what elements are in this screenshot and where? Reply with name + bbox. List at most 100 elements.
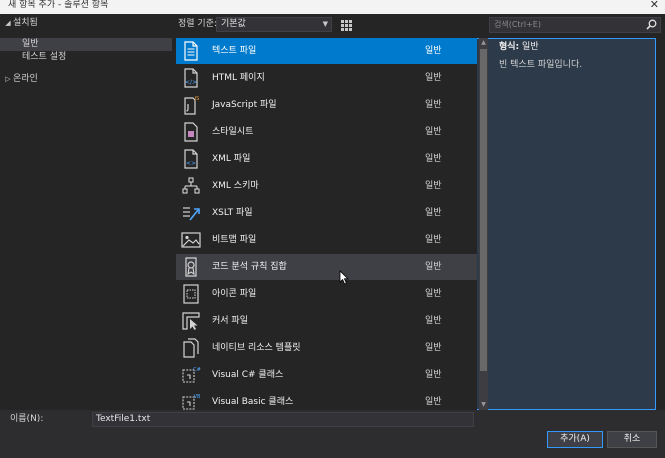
list-item[interactable]: 아이콘 파일 일반 — [176, 281, 477, 307]
icon-file-icon — [183, 284, 199, 304]
scrollbar-thumb[interactable] — [480, 49, 487, 371]
text-file-icon — [184, 41, 198, 61]
window-title: 새 항목 추가 - 솔루션 항목 — [8, 0, 109, 10]
list-item[interactable]: 커서 파일 일반 — [176, 308, 477, 334]
list-item[interactable]: XSLT 파일 일반 — [176, 200, 477, 226]
search-icon[interactable] — [646, 19, 657, 30]
grid-view-icon — [341, 20, 352, 31]
item-category: 일반 — [425, 208, 442, 218]
item-category: 일반 — [425, 100, 442, 110]
svg-text:VB: VB — [194, 394, 201, 400]
tree-node-label: 일반 — [22, 39, 39, 49]
item-category: 일반 — [425, 343, 442, 353]
cursor-file-icon — [182, 312, 200, 330]
grid-view-button[interactable] — [338, 17, 353, 32]
item-category: 일반 — [425, 316, 442, 326]
stylesheet-icon — [184, 122, 198, 142]
item-name: 네이티브 리소스 템플릿 — [212, 343, 301, 353]
list-item[interactable]: 네이티브 리소스 템플릿 일반 — [176, 335, 477, 361]
tree-node-label: 온라인 — [13, 74, 38, 84]
search-box[interactable]: 검색(Ctrl+E) — [489, 17, 661, 33]
list-item[interactable]: XML 스키마 일반 — [176, 173, 477, 199]
item-category: 일반 — [425, 73, 442, 83]
tree-node-online[interactable]: ▷ 온라인 — [3, 73, 172, 86]
item-category: 일반 — [425, 262, 442, 272]
item-category: 일반 — [425, 181, 442, 191]
list-scrollbar[interactable]: ▲ ▼ — [479, 38, 488, 410]
item-name: HTML 페이지 — [212, 73, 265, 83]
close-icon[interactable]: ✕ — [650, 0, 659, 11]
svg-text:<>: <> — [186, 160, 196, 167]
add-new-item-dialog: ◢ 설치됨 일반 테스트 설정 ▷ 온라인 정렬 기준: 기본값 ▼ 텍스트 파… — [0, 14, 665, 458]
code-analysis-ruleset-icon — [185, 257, 197, 277]
xml-schema-icon — [182, 177, 200, 194]
list-item[interactable]: 코드 분석 규칙 집합 일반 — [176, 254, 477, 280]
title-bar: 새 항목 추가 - 솔루션 항목 ✕ — [0, 0, 665, 14]
cancel-button[interactable]: 취소 — [607, 431, 657, 448]
item-name: Visual C# 클래스 — [212, 370, 284, 380]
type-value: 일반 — [522, 42, 539, 52]
item-name: XML 스키마 — [212, 181, 259, 191]
item-name: 아이콘 파일 — [212, 289, 257, 299]
item-name: 비트맵 파일 — [212, 235, 257, 245]
item-name: XSLT 파일 — [212, 208, 253, 218]
item-name: 텍스트 파일 — [212, 46, 257, 56]
item-category: 일반 — [425, 397, 442, 407]
list-toolbar: 정렬 기준: 기본값 ▼ — [172, 14, 656, 410]
svg-text:</>: </> — [185, 79, 197, 86]
tree-node-test-settings[interactable]: 테스트 설정 — [0, 51, 172, 64]
tree-node-installed[interactable]: ◢ 설치됨 — [3, 17, 172, 30]
tree-node-label: 설치됨 — [13, 18, 38, 28]
details-panel: 형식: 일반 빈 텍스트 파일입니다. — [499, 41, 659, 72]
item-name: Visual Basic 클래스 — [212, 397, 294, 407]
tree-node-label: 테스트 설정 — [22, 52, 67, 62]
mouse-pointer-icon — [339, 270, 349, 285]
item-name: XML 파일 — [212, 154, 251, 164]
scroll-up-icon[interactable]: ▲ — [479, 38, 488, 48]
list-item[interactable]: </> HTML 페이지 일반 — [176, 65, 477, 91]
item-category: 일반 — [425, 370, 442, 380]
item-description: 빈 텍스트 파일입니다. — [499, 60, 583, 70]
collapsed-arrow-icon[interactable]: ▷ — [3, 73, 13, 86]
item-category: 일반 — [425, 127, 442, 137]
javascript-file-icon: JS — [184, 96, 200, 115]
name-label: 이름(N): — [10, 414, 44, 424]
item-category: 일반 — [425, 46, 442, 56]
item-name: 스타일시트 — [212, 127, 254, 137]
type-row: 형식: 일반 — [499, 41, 659, 54]
svg-text:JS: JS — [194, 96, 200, 102]
search-input[interactable]: 검색(Ctrl+E) — [494, 18, 541, 32]
xslt-file-icon — [183, 207, 200, 221]
list-item[interactable]: 스타일시트 일반 — [176, 119, 477, 145]
native-resource-template-icon — [183, 338, 199, 358]
sort-value: 기본값 — [221, 19, 246, 29]
name-field[interactable]: TextFile1.txt — [92, 412, 474, 427]
item-name: 커서 파일 — [212, 316, 248, 326]
sort-label: 정렬 기준: — [178, 19, 218, 29]
template-list: 텍스트 파일 일반 </> HTML 페이지 일반 JS JavaScript … — [176, 38, 477, 410]
tree-node-general[interactable]: 일반 — [0, 38, 172, 51]
list-item[interactable]: <> XML 파일 일반 — [176, 146, 477, 172]
expanded-arrow-icon[interactable]: ◢ — [3, 17, 13, 30]
item-name: JavaScript 파일 — [212, 100, 277, 110]
csharp-class-icon: C# — [182, 367, 201, 383]
item-category: 일반 — [425, 154, 442, 164]
item-name: 코드 분석 규칙 집합 — [212, 262, 287, 272]
list-item[interactable]: 비트맵 파일 일반 — [176, 227, 477, 253]
list-item[interactable]: C# Visual C# 클래스 일반 — [176, 362, 477, 388]
vb-class-icon: VB — [182, 394, 201, 410]
scroll-down-icon[interactable]: ▼ — [479, 400, 488, 410]
bitmap-file-icon — [181, 232, 201, 248]
add-button[interactable]: 추가(A) — [547, 431, 603, 448]
item-category: 일반 — [425, 289, 442, 299]
html-page-icon: </> — [184, 68, 198, 88]
item-category: 일반 — [425, 235, 442, 245]
list-item[interactable]: VB Visual Basic 클래스 일반 — [176, 389, 477, 410]
svg-text:C#: C# — [193, 367, 201, 373]
category-tree: ◢ 설치됨 일반 테스트 설정 ▷ 온라인 — [0, 14, 172, 410]
footer: 이름(N): TextFile1.txt 추가(A) 취소 — [0, 410, 665, 458]
list-item[interactable]: 텍스트 파일 일반 — [176, 38, 477, 64]
list-item[interactable]: JS JavaScript 파일 일반 — [176, 92, 477, 118]
xml-file-icon: <> — [184, 149, 198, 169]
sort-dropdown[interactable]: 기본값 ▼ — [216, 17, 332, 32]
